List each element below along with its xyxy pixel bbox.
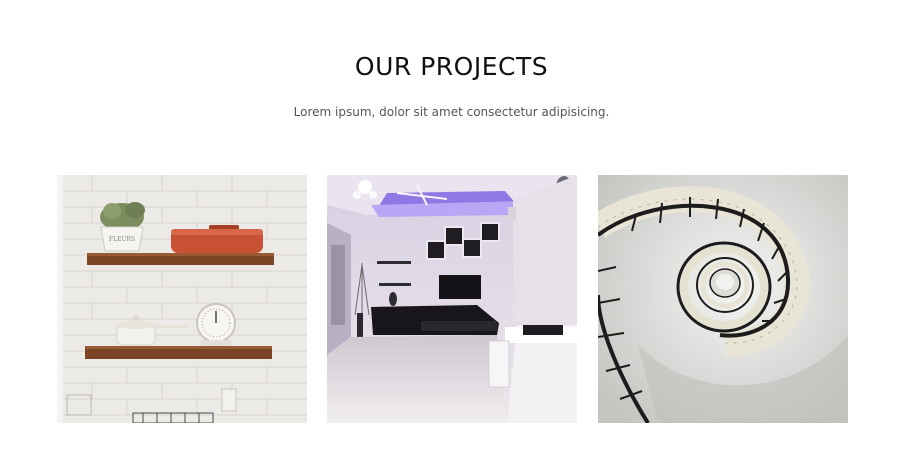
kitchen-shelves-image: FLEURS [57,175,307,423]
project-card-kitchen[interactable]: FLEURS [57,175,307,423]
spiral-staircase-image [598,175,848,423]
projects-section: OUR PROJECTS Lorem ipsum, dolor sit amet… [0,0,903,462]
living-room-image [327,175,577,423]
project-card-staircase[interactable] [598,175,848,423]
project-card-living-room[interactable] [327,175,577,423]
svg-text:FLEURS: FLEURS [109,236,135,243]
section-subtitle: Lorem ipsum, dolor sit amet consectetur … [293,105,610,119]
section-title: OUR PROJECTS [354,52,549,81]
